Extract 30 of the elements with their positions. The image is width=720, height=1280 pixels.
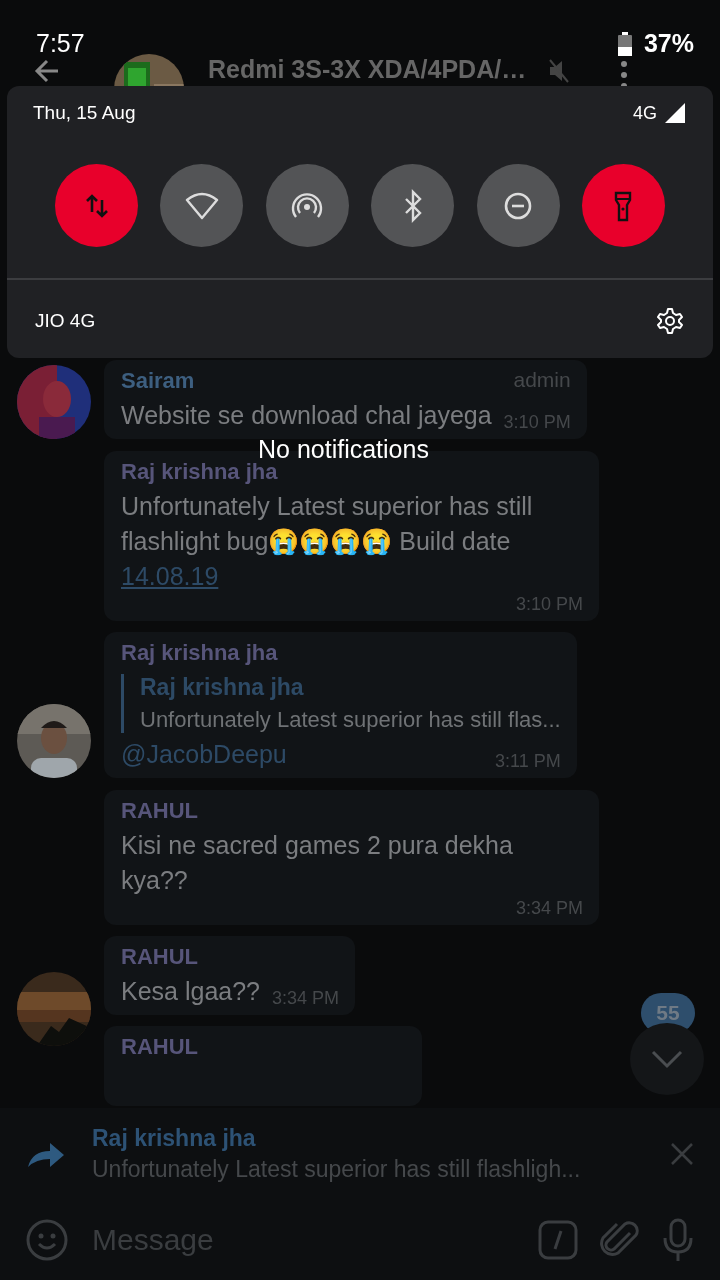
mention-link[interactable]: @JacobDeepu [121,737,287,772]
sender-name: Raj krishna jha [121,459,278,485]
signal-icon [665,103,685,123]
network-type: 4G [633,102,657,124]
status-time: 7:57 [36,29,85,58]
battery-percent: 37% [643,29,694,58]
chat-title: Redmi 3S-3X XDA/4PDA/… [208,56,527,82]
message-text: Kisi ne sacred games 2 pura dekha kya?? [121,830,514,896]
quoted-message[interactable]: Raj krishna jha Unfortunately Latest superior has still flas... [121,674,561,733]
sender-name: Raj krishna jha [121,640,278,666]
quote-text: Unfortunately Latest superior has still flas... [140,707,561,733]
muted-speaker-icon [548,58,571,84]
empty-notifications-text: No notifications [258,436,429,462]
date-link[interactable]: 14.08.19 [121,562,219,590]
quote-sender: Raj krishna jha [140,674,305,701]
message-text: Kesa lgaa?? [121,976,260,1007]
chevron-down-icon [650,1049,684,1069]
reply-text: Unfortunately Latest superior has still flashligh... [92,1156,582,1183]
date-text: Thu, 15 Aug [33,102,136,124]
message-text: Unfortunately Latest superior has still flashlight bug😭😭😭😭 Build date 14.08.19 [121,491,534,592]
back-arrow-icon[interactable] [34,58,60,84]
settings-icon[interactable] [657,307,683,334]
reply-sender: Raj krishna jha [92,1125,257,1152]
sender-name: RAHUL [121,1034,198,1060]
carrier-name: JIO 4G [35,309,96,332]
sender-name: RAHUL [121,944,198,970]
message-text: Website se download chal jayega [121,400,492,431]
sender-name: RAHUL [121,798,198,824]
battery-icon [617,31,632,56]
sender-name: Sairam [121,368,195,394]
